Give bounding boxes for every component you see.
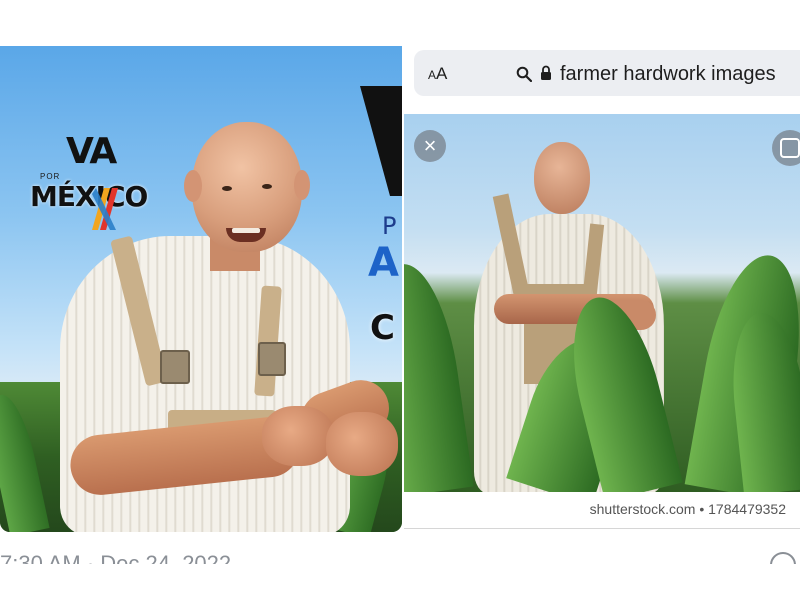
timestamp-row: 7:30 AM · Dec 24, 2022 (0, 548, 800, 565)
cut-off-letter-p: P (382, 212, 397, 240)
lens-button[interactable] (772, 130, 800, 166)
hand (262, 406, 334, 466)
text-size-button[interactable]: AA (428, 64, 447, 85)
ear (184, 170, 202, 202)
post-timestamp[interactable]: 7:30 AM · Dec 24, 2022 (0, 552, 231, 565)
close-icon: × (423, 133, 437, 158)
farmer-figure (0, 46, 402, 532)
hand (326, 412, 398, 476)
lens-icon (780, 138, 800, 158)
va-por-mexico-logo: VA POR MÉXICO (30, 134, 160, 234)
screenshot-page: VA POR MÉXICO P A C AA farmer hardwork i… (0, 0, 800, 600)
bottom-blank-area (0, 564, 800, 600)
image-source-caption[interactable]: shutterstock.com • 1784479352 (590, 500, 786, 518)
search-icon (516, 66, 532, 82)
close-button[interactable]: × (414, 130, 446, 162)
corn-leaf (404, 258, 474, 492)
campaign-image[interactable]: VA POR MÉXICO P A C (0, 46, 402, 532)
teeth (232, 228, 260, 233)
strap-buckle (160, 350, 190, 384)
divider (404, 528, 800, 529)
top-strip (0, 0, 800, 30)
cut-off-letter-a: A (368, 240, 399, 286)
lock-icon (541, 65, 551, 80)
logo-va-text: VA (66, 131, 117, 172)
address-url-text[interactable]: farmer hardwork images (560, 62, 776, 86)
stock-photo-farmer-cornfield[interactable]: × (404, 114, 800, 492)
logo-mexico-text: MÉXICO (30, 180, 148, 213)
eye (222, 186, 232, 191)
search-screenshot: AA farmer hardwork images × shutterstock… (404, 40, 800, 532)
more-icon-circle (770, 552, 796, 564)
more-icon[interactable] (770, 548, 796, 564)
ear (294, 170, 310, 200)
cut-off-letter-c: C (370, 308, 395, 348)
strap-buckle (258, 342, 286, 376)
browser-address-bar[interactable]: AA farmer hardwork images (414, 50, 800, 96)
image-source-row: shutterstock.com • 1784479352 (404, 492, 800, 526)
farmer-head (534, 142, 590, 214)
logo-x-mark-icon (92, 188, 118, 230)
eye (262, 184, 272, 189)
